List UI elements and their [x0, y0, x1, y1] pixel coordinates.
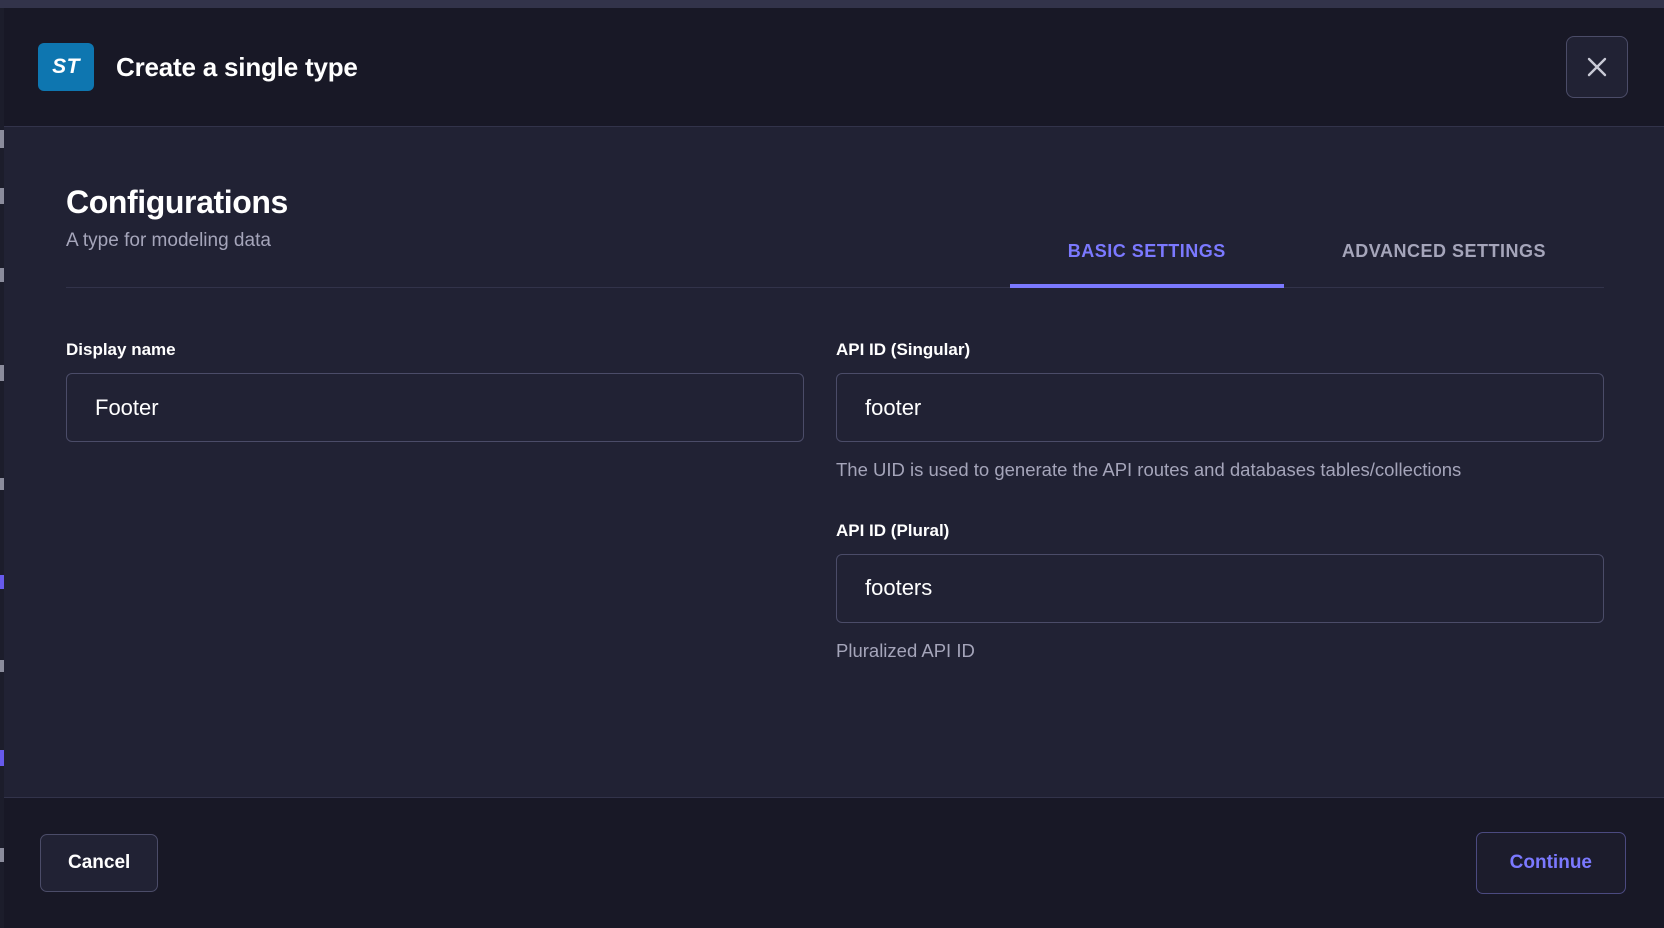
- api-id-singular-input[interactable]: [836, 373, 1604, 442]
- settings-tabs: BASIC SETTINGS ADVANCED SETTINGS: [1010, 241, 1604, 287]
- modal-body: Configurations A type for modeling data …: [4, 127, 1664, 797]
- api-id-plural-label: API ID (Plural): [836, 521, 1604, 541]
- tab-basic-settings[interactable]: BASIC SETTINGS: [1010, 241, 1284, 288]
- display-name-label: Display name: [66, 340, 804, 360]
- modal-header: ST Create a single type: [4, 8, 1664, 127]
- field-api-id-singular: API ID (Singular) The UID is used to gen…: [836, 340, 1604, 485]
- page-title: Configurations: [66, 183, 288, 221]
- create-single-type-modal: ST Create a single type Configurations A…: [4, 8, 1664, 928]
- api-id-singular-label: API ID (Singular): [836, 340, 1604, 360]
- api-id-plural-input[interactable]: [836, 554, 1604, 623]
- page-subtitle: A type for modeling data: [66, 230, 288, 253]
- field-api-id-plural: API ID (Plural) Pluralized API ID: [836, 521, 1604, 666]
- field-display-name: Display name: [66, 340, 804, 442]
- api-id-plural-hint: Pluralized API ID: [836, 637, 1476, 666]
- cancel-button[interactable]: Cancel: [40, 834, 158, 892]
- display-name-input[interactable]: [66, 373, 804, 442]
- modal-footer: Cancel Continue: [4, 797, 1664, 928]
- continue-button[interactable]: Continue: [1476, 832, 1626, 894]
- configurations-header: Configurations A type for modeling data …: [66, 183, 1604, 288]
- modal-title: Create a single type: [116, 52, 358, 83]
- single-type-badge: ST: [38, 43, 94, 91]
- configurations-header-text: Configurations A type for modeling data: [66, 183, 288, 287]
- configurations-form: Display name API ID (Singular) The UID i…: [66, 288, 1604, 665]
- close-icon: [1584, 54, 1610, 80]
- close-button[interactable]: [1566, 36, 1628, 98]
- form-column-left: Display name: [66, 340, 804, 665]
- api-id-singular-hint: The UID is used to generate the API rout…: [836, 456, 1476, 485]
- background-topbar: [0, 0, 1664, 8]
- form-column-right: API ID (Singular) The UID is used to gen…: [836, 340, 1604, 665]
- modal-header-left: ST Create a single type: [38, 43, 1566, 91]
- tab-advanced-settings[interactable]: ADVANCED SETTINGS: [1284, 241, 1604, 288]
